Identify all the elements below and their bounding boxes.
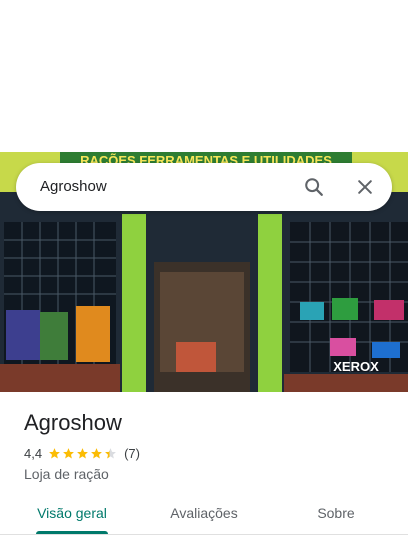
search-icon[interactable] (302, 175, 326, 199)
tab-about[interactable]: Sobre (304, 496, 368, 534)
review-count[interactable]: (7) (124, 446, 140, 461)
search-bar[interactable]: Agroshow (16, 163, 392, 211)
close-icon[interactable] (353, 175, 377, 199)
rating-stars (48, 447, 118, 460)
place-tabs: Visão geral Avaliações Sobre (0, 496, 408, 536)
tab-reviews[interactable]: Avaliações (160, 496, 248, 534)
xerox-text: XEROX (333, 359, 379, 374)
star-icon (90, 447, 103, 460)
rating-value: 4,4 (24, 445, 43, 461)
place-category[interactable]: Loja de ração (24, 466, 109, 482)
place-name: Agroshow (24, 410, 122, 435)
tab-overview[interactable]: Visão geral (36, 496, 108, 534)
star-icon (104, 447, 117, 460)
tabs-divider (0, 534, 408, 535)
star-icon (76, 447, 89, 460)
star-icon (62, 447, 75, 460)
search-query[interactable]: Agroshow (40, 163, 107, 211)
star-icon (48, 447, 61, 460)
rating-row[interactable]: 4,4 (7) (24, 444, 140, 462)
